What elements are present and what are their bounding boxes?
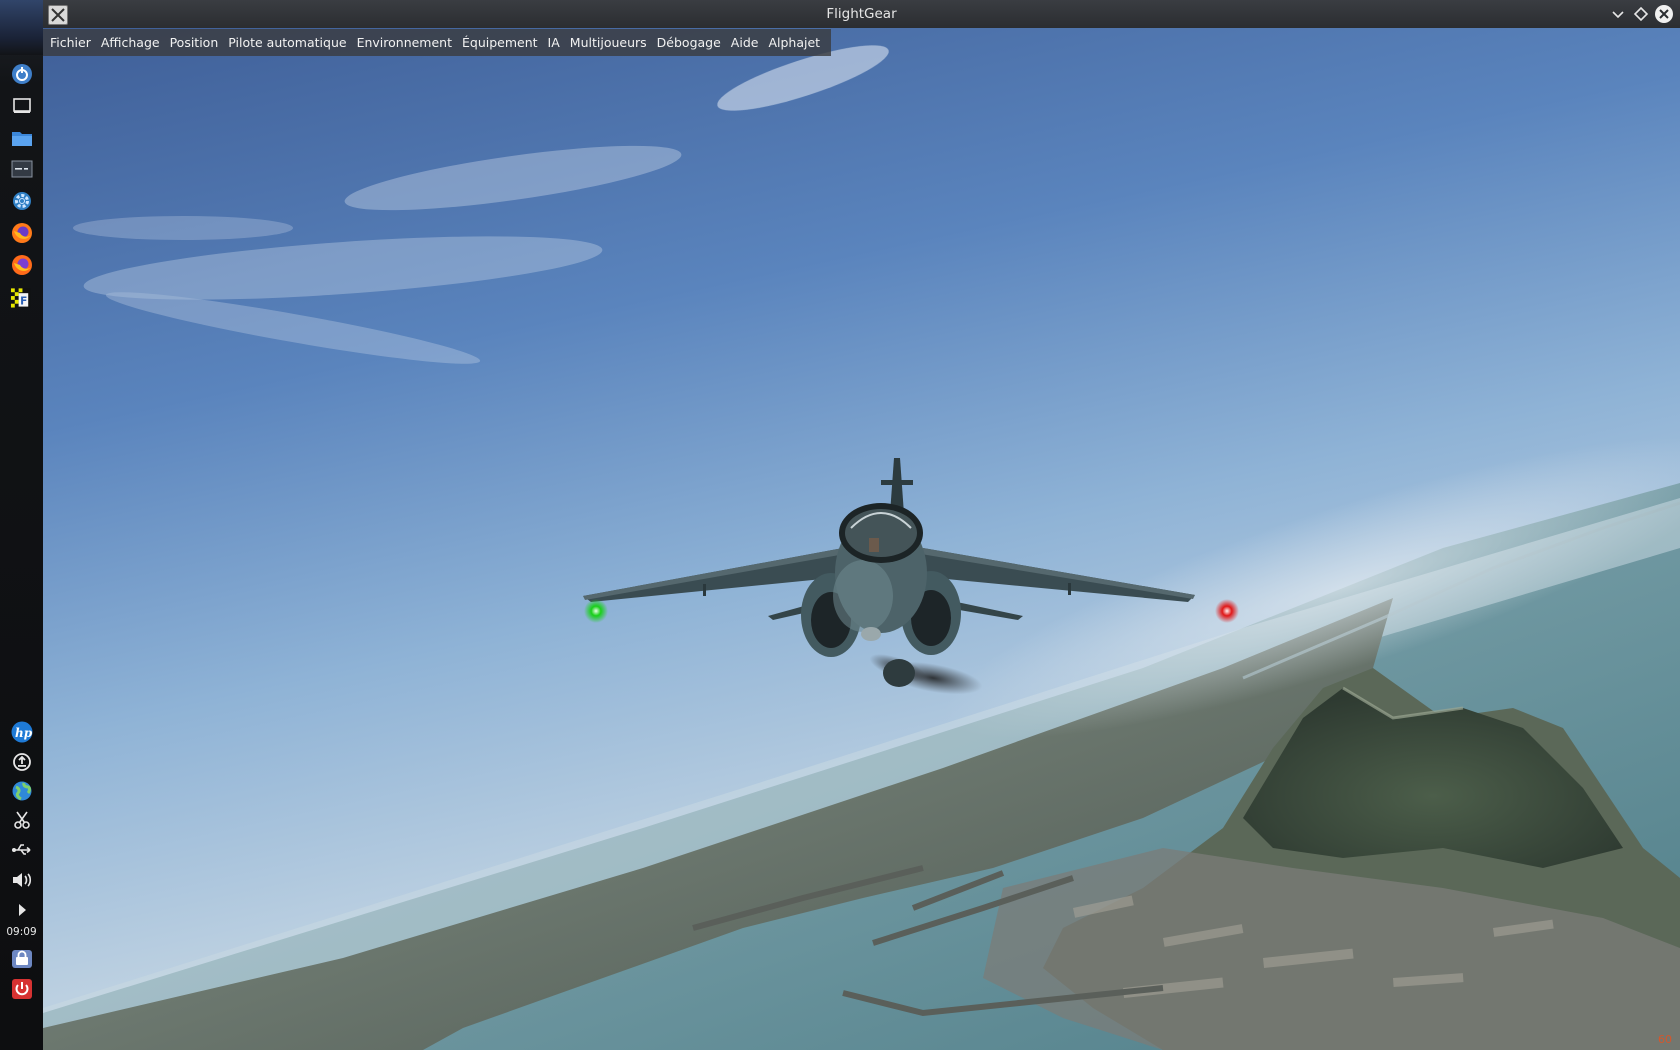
lock-screen-icon[interactable] [10, 947, 33, 970]
scene-render [43, 28, 1680, 1050]
menu-debogage[interactable]: Débogage [652, 29, 726, 56]
maximize-button[interactable] [1631, 4, 1651, 24]
fps-counter: 60 [1658, 1033, 1672, 1046]
settings-icon[interactable] [10, 189, 33, 212]
power-icon[interactable] [10, 977, 33, 1000]
flightgear-icon[interactable]: F [10, 285, 33, 308]
usb-icon[interactable] [10, 838, 33, 861]
hp-icon[interactable]: hp [10, 720, 33, 743]
svg-text:F: F [20, 295, 27, 307]
menu-alphajet[interactable]: Alphajet [763, 29, 825, 56]
close-button[interactable] [1654, 4, 1674, 24]
close-icon [1655, 5, 1673, 23]
menu-affichage[interactable]: Affichage [96, 29, 165, 56]
network-globe-icon[interactable] [10, 779, 33, 802]
menu-multijoueurs[interactable]: Multijoueurs [565, 29, 652, 56]
terminal-icon[interactable] [10, 157, 33, 180]
menu-environnement[interactable]: Environnement [352, 29, 457, 56]
app-menu-icon[interactable] [10, 62, 33, 85]
update-icon[interactable] [10, 750, 33, 773]
firefox-icon[interactable] [10, 221, 33, 244]
flight-viewport[interactable]: 60 [43, 28, 1680, 1050]
nav-light-right [1215, 599, 1239, 623]
taskbar-wallpaper [0, 0, 43, 55]
window-title: FlightGear [826, 6, 897, 22]
minimize-button[interactable] [1608, 4, 1628, 24]
window-titlebar[interactable]: FlightGear [43, 0, 1680, 29]
menu-equipement[interactable]: Équipement [457, 29, 543, 56]
scissors-icon[interactable] [10, 808, 33, 831]
svg-text:hp: hp [15, 726, 33, 740]
diamond-icon [1633, 6, 1649, 22]
chevron-down-icon [1612, 11, 1624, 19]
expand-arrow-icon[interactable] [10, 898, 33, 921]
file-manager-icon[interactable] [10, 126, 33, 149]
taskbar: F hp 09:09 [0, 0, 44, 1050]
menu-position[interactable]: Position [165, 29, 224, 56]
clock[interactable]: 09:09 [0, 926, 43, 938]
volume-icon[interactable] [10, 868, 33, 891]
firefox-icon[interactable] [10, 253, 33, 276]
menu-pilote-automatique[interactable]: Pilote automatique [223, 29, 351, 56]
desktop-icon[interactable] [10, 94, 33, 117]
menu-aide[interactable]: Aide [726, 29, 764, 56]
menubar: Fichier Affichage Position Pilote automa… [43, 29, 832, 56]
nav-light-left [584, 599, 608, 623]
menu-ia[interactable]: IA [543, 29, 565, 56]
menu-fichier[interactable]: Fichier [45, 29, 96, 56]
